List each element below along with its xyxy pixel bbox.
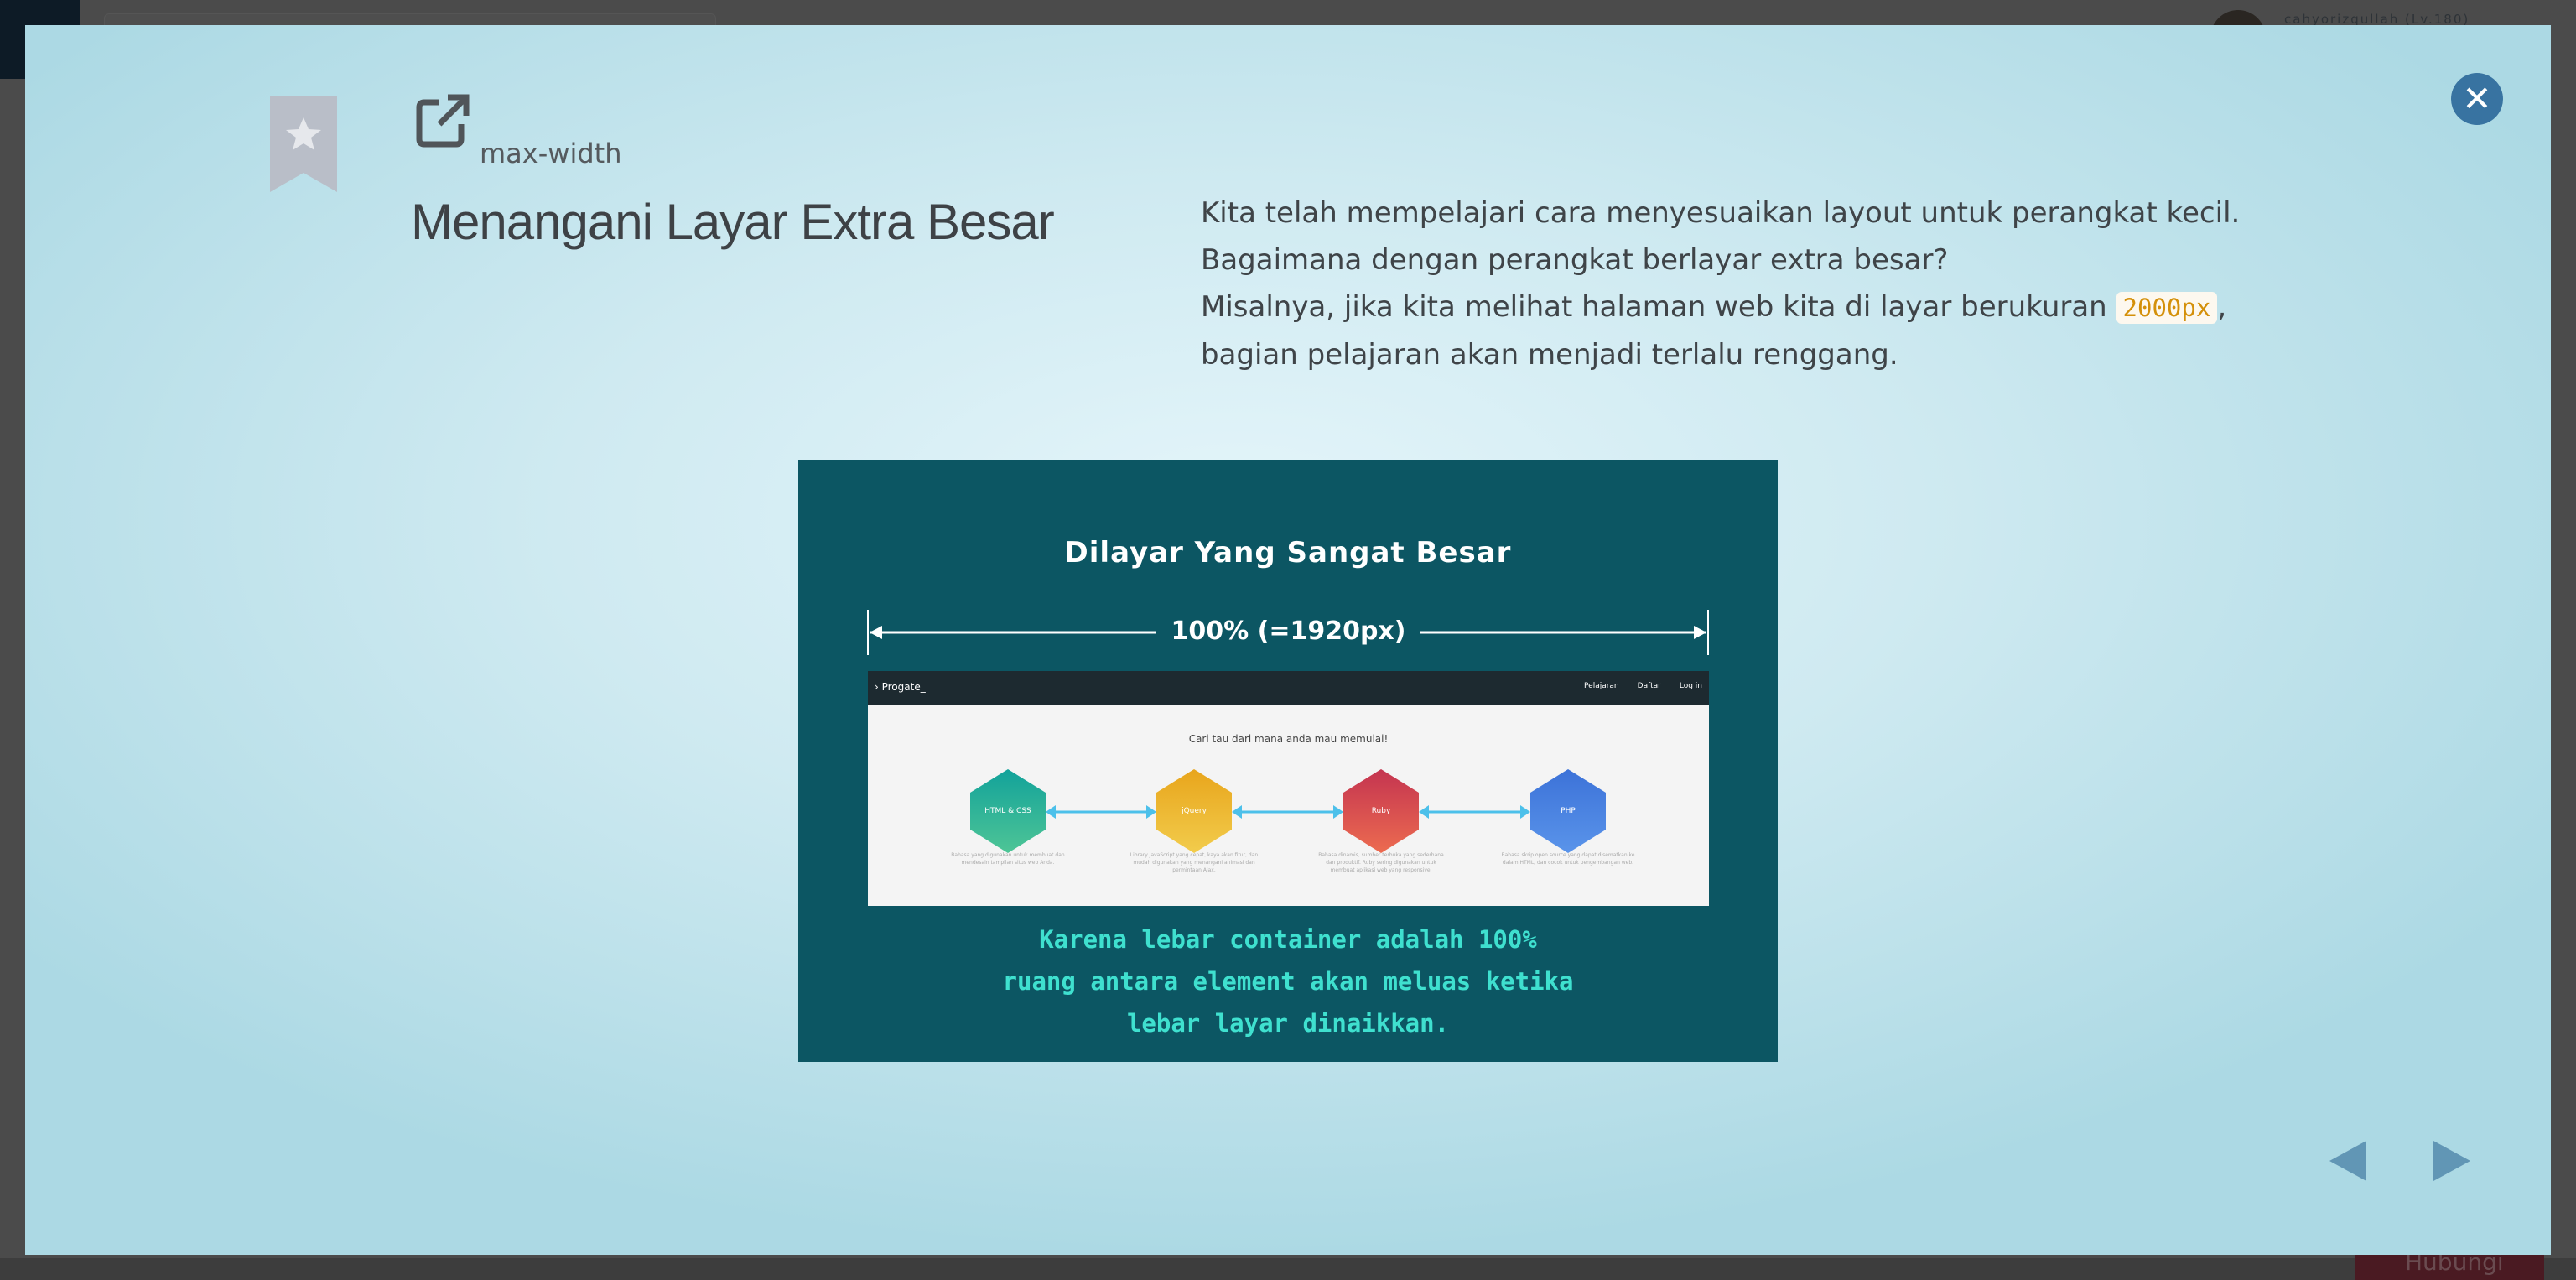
hexagon-ruby: Ruby [1343, 769, 1419, 853]
slide-illustration: Dilayar Yang Sangat Besar 100% (=1920px)… [798, 460, 1778, 1062]
external-link-icon[interactable] [414, 92, 471, 149]
item-description: Bahasa skrip open source yang dapat dise… [1501, 852, 1635, 866]
mockup-heading: Cari tau dari mana anda mau memulai! [1188, 733, 1389, 745]
description-line: bagian pelajaran akan menjadi terlalu re… [1201, 338, 1898, 372]
mockup-nav-link: Daftar [1637, 682, 1661, 690]
hexagon-html-css: HTML & CSS [970, 769, 1046, 853]
text: , [2217, 290, 2227, 324]
spacing-arrow-icon [1046, 805, 1156, 819]
lesson-tag: max-width [480, 138, 622, 169]
mockup-logo: › Progate_ [875, 681, 926, 693]
mockup-nav-link: Pelajaran [1584, 682, 1619, 690]
close-button[interactable]: ✕ [2451, 73, 2503, 125]
item-description: Library JavaScript yang cepat, kaya akan… [1130, 852, 1259, 873]
slide-description: Kita telah mempelajari cara menyesuaikan… [1201, 190, 2324, 378]
illustration-note: Karena lebar container adalah 100% ruang… [798, 918, 1778, 1044]
spacing-arrow-icon [1419, 805, 1530, 819]
illustration-title: Dilayar Yang Sangat Besar [1064, 536, 1512, 570]
item-description: Bahasa dinamis, sumber terbuka yang sede… [1318, 852, 1444, 873]
lesson-slide-modal: max-width Menangani Layar Extra Besar Ki… [25, 25, 2551, 1255]
close-icon: ✕ [2462, 78, 2492, 119]
measure-label: 100% (=1920px) [1171, 617, 1406, 646]
description-line: Kita telah mempelajari cara menyesuaikan… [1201, 196, 2241, 230]
slide-title: Menangani Layar Extra Besar [411, 194, 1055, 250]
description-line: Misalnya, jika kita melihat halaman web … [1201, 284, 2324, 331]
next-slide-button[interactable] [2433, 1141, 2470, 1181]
previous-slide-button[interactable] [2329, 1141, 2366, 1181]
horizontal-scrollbar[interactable] [0, 1258, 2576, 1280]
spacing-arrow-icon [1232, 805, 1343, 819]
note-line: ruang antara element akan meluas ketika [1002, 967, 1574, 996]
page-mockup: › Progate_ Pelajaran Daftar Log in Cari ta… [868, 671, 1709, 906]
text: Misalnya, jika kita melihat halaman web … [1201, 290, 2116, 324]
hexagon-jquery: jQuery [1156, 769, 1232, 853]
note-line: lebar layar dinaikkan. [1126, 1009, 1450, 1038]
bookmark-star-icon[interactable] [268, 96, 339, 192]
hexagon-php: PHP [1530, 769, 1606, 853]
width-measure: 100% (=1920px) [867, 610, 1710, 655]
description-line: Bagaimana dengan perangkat berlayar extr… [1201, 243, 1949, 277]
item-description: Bahasa yang digunakan untuk membuat dan … [951, 852, 1065, 866]
mockup-nav-link: Log in [1679, 682, 1702, 690]
mockup-navbar: › Progate_ Pelajaran Daftar Log in [868, 671, 1709, 705]
inline-code: 2000px [2116, 292, 2218, 324]
note-line: Karena lebar container adalah 100% [1039, 925, 1537, 954]
